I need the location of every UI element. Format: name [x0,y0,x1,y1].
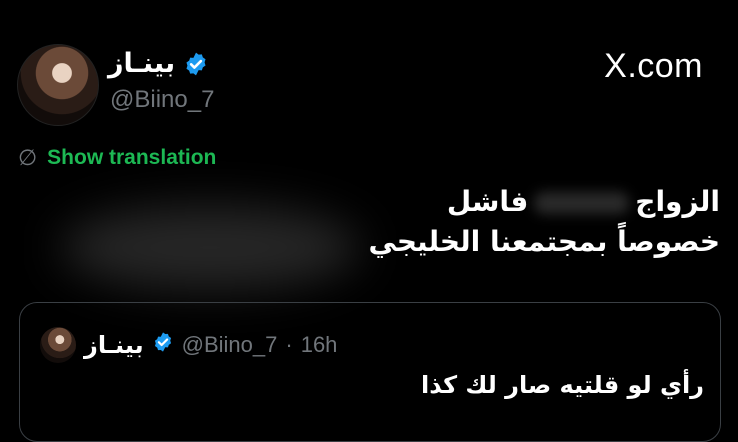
quote-text: رأي لو قلتيه صار لك كذا [421,371,704,399]
quote-header: بينـاز @Biino_7 · 16h [40,327,337,363]
globe-slash-icon: ∅ [18,145,38,170]
quote-separator: · [285,332,293,357]
tweet-text: الزواج فاشل خصوصاً بمجتمعنا الخليجي [369,182,720,262]
redaction-blur [60,205,360,290]
tweet-word-marriage: الزواج [635,185,720,218]
quote-timestamp[interactable]: 16h [301,332,338,358]
quote-avatar[interactable] [40,327,76,363]
tweet-line-1: الزواج فاشل [369,182,720,222]
verified-badge-icon [183,51,209,77]
brand-watermark: X.com [604,47,703,85]
quoted-tweet-card[interactable]: بينـاز @Biino_7 · 16h رأي لو قلتيه صار ل… [19,302,721,442]
redacted-word [534,192,630,214]
show-translation-label: Show translation [47,146,217,169]
author-name-row: بينـاز [108,48,209,79]
tweet-line-2: خصوصاً بمجتمعنا الخليجي [368,225,720,258]
author-handle[interactable]: @Biino_7 [110,86,214,114]
quote-handle[interactable]: @Biino_7 [182,332,278,358]
author-avatar[interactable] [17,44,99,126]
quote-verified-badge-icon [152,331,174,359]
tweet-word-failure: فاشل [446,185,529,218]
show-translation-button[interactable]: ∅ Show translation [18,145,216,171]
quote-display-name[interactable]: بينـاز [84,331,144,359]
author-display-name[interactable]: بينـاز [108,48,175,79]
